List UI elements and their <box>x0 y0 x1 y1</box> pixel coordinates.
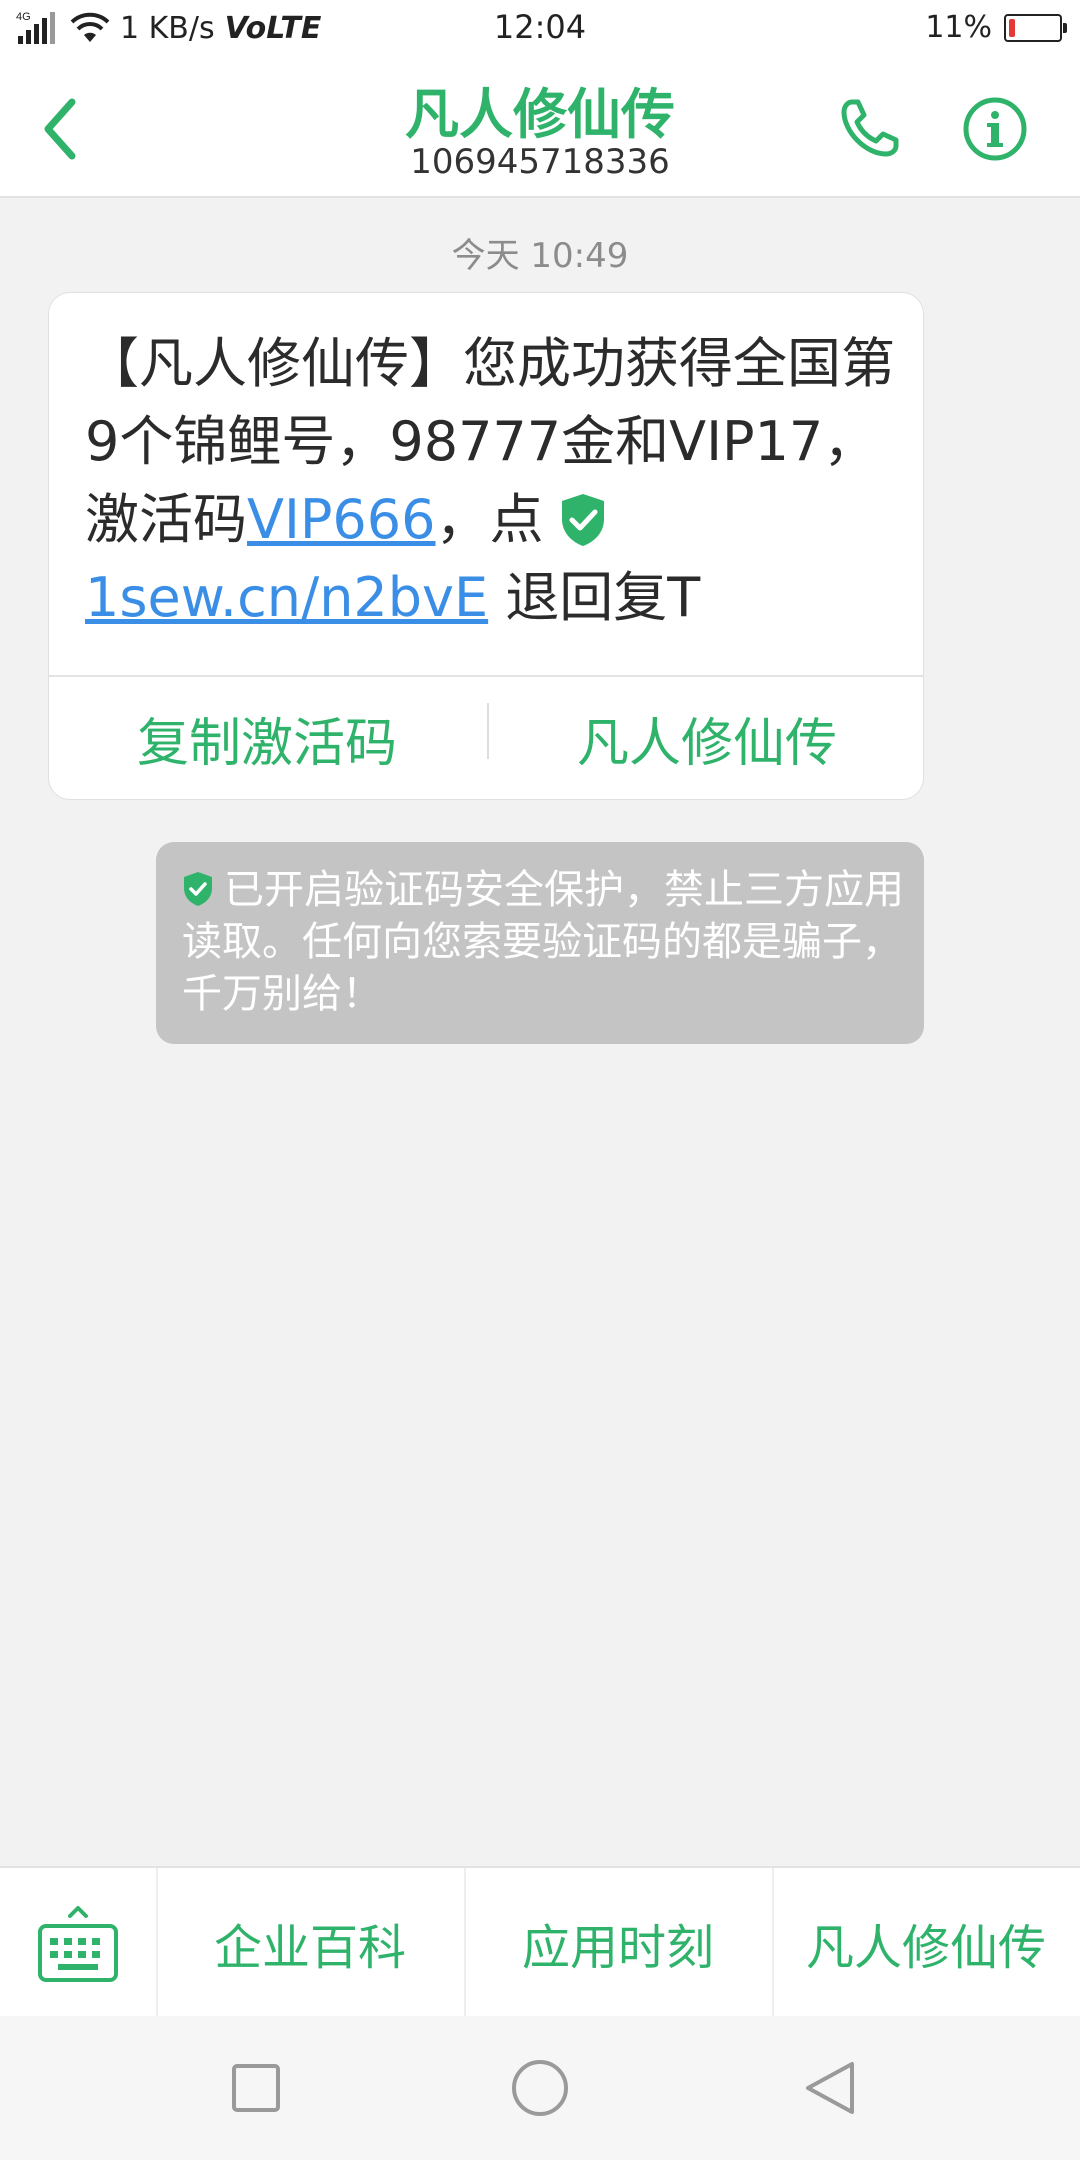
message-text-part3: 退回复T <box>488 566 701 629</box>
message-timestamp: 今天 10:49 <box>451 236 629 276</box>
info-icon[interactable] <box>962 96 1028 162</box>
phone-icon[interactable] <box>838 96 902 160</box>
message-text-part2: ，点 <box>435 488 544 551</box>
activation-code-link[interactable]: VIP666 <box>247 488 436 551</box>
message-text: 【凡人修仙传】您成功获得全国第9个锦鲤号，98777金和VIP17，激活码VIP… <box>85 325 905 637</box>
conversation-header: 凡人修仙传 106945718336 <box>0 56 1080 198</box>
menu-item-app-moments[interactable]: 应用时刻 <box>464 1868 772 2018</box>
home-icon[interactable] <box>502 2050 578 2126</box>
keyboard-icon <box>38 1906 118 1982</box>
open-app-button[interactable]: 凡人修仙传 <box>489 693 925 783</box>
keyboard-toggle[interactable] <box>0 1868 156 2018</box>
contact-number: 106945718336 <box>410 142 670 182</box>
shield-check-icon <box>184 872 212 906</box>
battery-level <box>1009 18 1015 37</box>
status-time: 12:04 <box>493 8 587 46</box>
notice-text: 已开启验证码安全保护，禁止三方应用读取。任何向您索要验证码的都是骗子，千万别给！ <box>182 864 906 1020</box>
contact-title: 凡人修仙传 <box>405 83 675 146</box>
status-bar: 4G 1 KB/s VoLTE 12:04 11% <box>0 0 1080 56</box>
status-right: 11% <box>925 10 1067 45</box>
menu-item-app-name[interactable]: 凡人修仙传 <box>772 1868 1080 2018</box>
battery-icon <box>1004 13 1067 42</box>
notice-message: 已开启验证码安全保护，禁止三方应用读取。任何向您索要验证码的都是骗子，千万别给！ <box>182 867 904 1017</box>
battery-percent: 11% <box>925 10 992 45</box>
message-bubble[interactable]: 【凡人修仙传】您成功获得全国第9个锦鲤号，98777金和VIP17，激活码VIP… <box>48 292 924 800</box>
back-triangle-icon[interactable] <box>792 2050 868 2126</box>
recent-apps-icon[interactable] <box>218 2050 294 2126</box>
service-menu: 企业百科 应用时刻 凡人修仙传 <box>0 1866 1080 2018</box>
bubble-divider <box>49 675 923 677</box>
menu-item-encyclopedia[interactable]: 企业百科 <box>156 1868 464 2018</box>
url-link[interactable]: 1sew.cn/n2bvE <box>85 566 488 629</box>
shield-check-icon <box>561 494 604 546</box>
copy-code-button[interactable]: 复制激活码 <box>49 693 485 783</box>
security-notice: 已开启验证码安全保护，禁止三方应用读取。任何向您索要验证码的都是骗子，千万别给！ <box>156 842 924 1044</box>
system-nav-bar <box>0 2016 1080 2160</box>
